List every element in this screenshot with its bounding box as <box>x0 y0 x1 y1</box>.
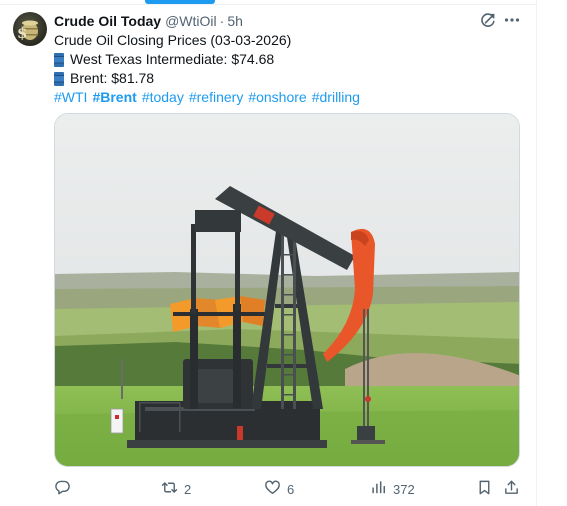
brent-price-text: Brent: $81.78 <box>70 70 155 86</box>
svg-text:$: $ <box>17 24 27 42</box>
repost-button[interactable]: 2 <box>161 480 191 498</box>
share-button[interactable] <box>503 480 520 498</box>
hashtag-link[interactable]: #Brent <box>92 88 136 107</box>
bookmark-icon <box>476 479 493 499</box>
tweet-header: Crude Oil Today @WtiOil · 5h <box>54 12 243 30</box>
views-icon <box>370 479 387 499</box>
grok-icon[interactable] <box>479 11 497 29</box>
hashtag-link[interactable]: #drilling <box>312 88 360 107</box>
tweet-actions: 2 6 372 <box>54 480 524 498</box>
views-button[interactable]: 372 <box>370 480 415 498</box>
wti-price-line: West Texas Intermediate: $74.68 <box>54 50 360 69</box>
repost-icon <box>161 479 178 499</box>
column-divider <box>536 0 537 506</box>
like-button[interactable]: 6 <box>264 480 294 498</box>
repost-count: 2 <box>184 481 192 497</box>
hashtag-link[interactable]: #WTI <box>54 88 87 107</box>
hashtag-list: #WTI #Brent #today #refinery #onshore #d… <box>54 88 360 107</box>
oil-drum-icon <box>54 52 64 67</box>
share-icon <box>503 479 520 499</box>
like-count: 6 <box>287 481 295 497</box>
avatar[interactable]: $ <box>13 12 47 46</box>
bookmark-button[interactable] <box>476 480 493 498</box>
more-icon[interactable] <box>503 11 521 29</box>
wti-price-text: West Texas Intermediate: $74.68 <box>70 51 275 67</box>
hashtag-link[interactable]: #today <box>142 88 184 107</box>
hashtag-link[interactable]: #onshore <box>248 88 306 107</box>
brent-price-line: Brent: $81.78 <box>54 69 360 88</box>
user-handle[interactable]: @WtiOil <box>165 13 217 29</box>
title-line: Crude Oil Closing Prices (03-03-2026) <box>54 32 292 48</box>
tweet-image-pumpjack[interactable] <box>54 113 520 467</box>
separator-dot: · <box>219 13 225 29</box>
timestamp[interactable]: 5h <box>227 13 243 29</box>
tweet-body: Crude Oil Closing Prices (03-03-2026) We… <box>54 31 360 107</box>
top-divider <box>0 4 536 5</box>
hashtag-link[interactable]: #refinery <box>189 88 243 107</box>
display-name[interactable]: Crude Oil Today <box>54 13 161 29</box>
reply-button[interactable] <box>54 480 71 498</box>
views-count: 372 <box>393 481 415 497</box>
reply-icon <box>54 479 71 499</box>
heart-icon <box>264 479 281 499</box>
oil-drum-icon <box>54 71 64 86</box>
